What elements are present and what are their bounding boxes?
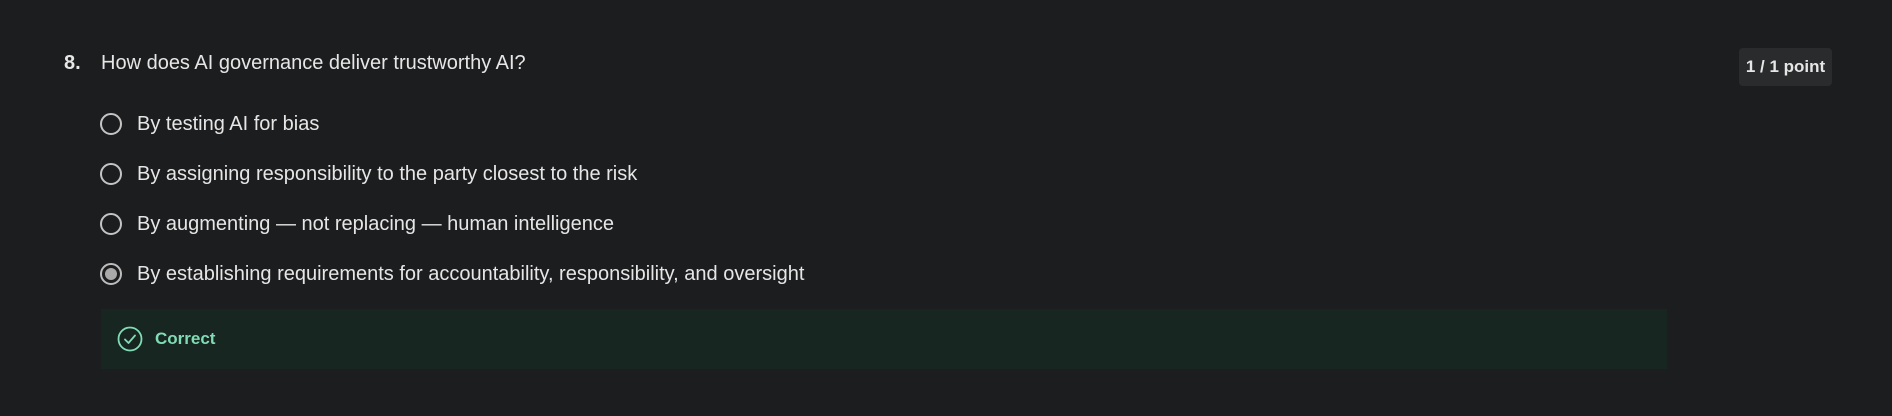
- points-badge: 1 / 1 point: [1739, 48, 1832, 86]
- option-label: By assigning responsibility to the party…: [137, 162, 638, 185]
- check-circle-icon: [117, 326, 143, 352]
- question-number: 8.: [64, 52, 81, 74]
- radio-button[interactable]: [100, 113, 122, 135]
- option-label: By augmenting — not replacing — human in…: [137, 212, 614, 235]
- option-label: By testing AI for bias: [137, 112, 320, 135]
- radio-button[interactable]: [100, 213, 122, 235]
- answer-options: By testing AI for bias By assigning resp…: [100, 110, 1500, 310]
- feedback-status: Correct: [155, 329, 216, 348]
- answer-option-3[interactable]: By augmenting — not replacing — human in…: [100, 210, 1500, 238]
- answer-option-1[interactable]: By testing AI for bias: [100, 110, 1500, 138]
- question-text: How does AI governance deliver trustwort…: [101, 52, 526, 74]
- feedback-banner: Correct: [101, 309, 1667, 369]
- quiz-question-card: 8. How does AI governance deliver trustw…: [0, 0, 1892, 416]
- radio-button[interactable]: [100, 163, 122, 185]
- option-label: By establishing requirements for account…: [137, 262, 805, 285]
- radio-button-selected[interactable]: [100, 263, 122, 285]
- answer-option-4[interactable]: By establishing requirements for account…: [100, 260, 1500, 288]
- answer-option-2[interactable]: By assigning responsibility to the party…: [100, 160, 1500, 188]
